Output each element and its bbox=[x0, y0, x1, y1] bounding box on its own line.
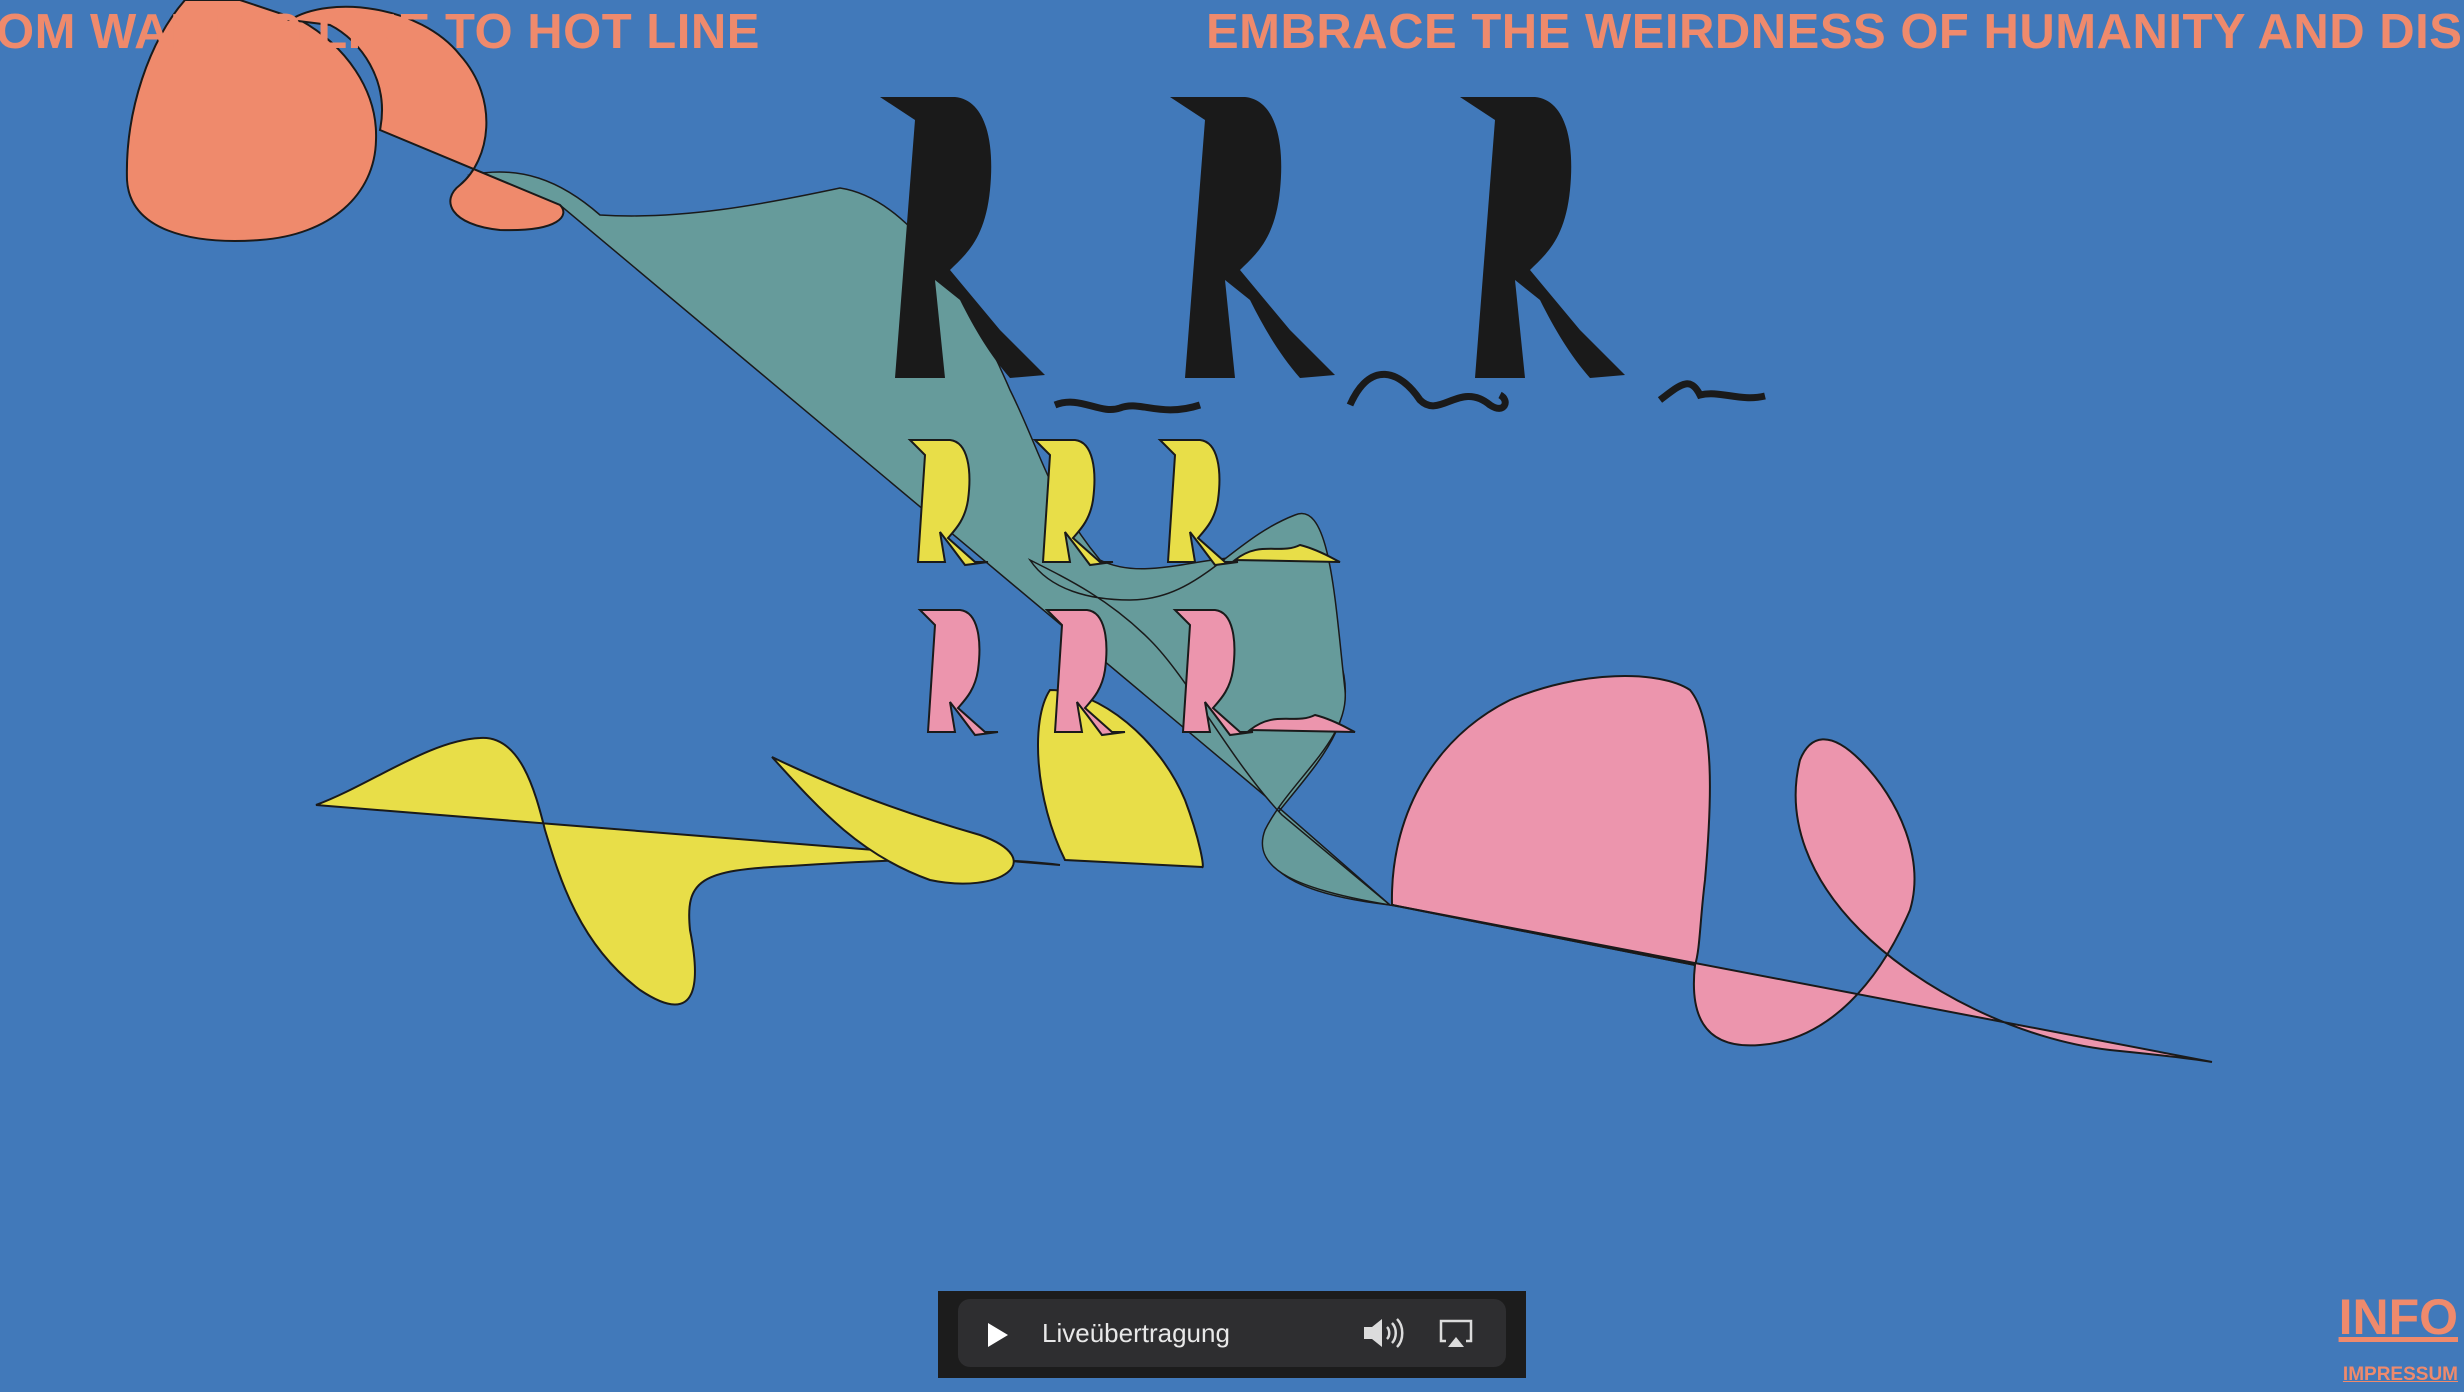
play-button[interactable] bbox=[976, 1315, 1016, 1355]
pink-circle-shape bbox=[1390, 675, 1711, 967]
play-icon bbox=[988, 1323, 1008, 1347]
audio-player: Liveübertragung bbox=[938, 1291, 1526, 1378]
audio-player-controls: Liveübertragung bbox=[958, 1299, 1506, 1367]
volume-icon bbox=[1364, 1318, 1404, 1348]
airplay-button[interactable] bbox=[1436, 1313, 1476, 1353]
ticker-text-left: OM WAITING LINE TO HOT LINE bbox=[0, 5, 760, 59]
live-stream-label: Liveübertragung bbox=[1042, 1318, 1230, 1348]
airplay-icon bbox=[1439, 1319, 1473, 1347]
info-link[interactable]: INFO bbox=[2339, 1288, 2458, 1346]
ticker-text-right: EMBRACE THE WEIRDNESS OF HUMANITY AND DI… bbox=[1206, 5, 2464, 59]
impressum-link[interactable]: IMPRESSUM bbox=[2343, 1364, 2458, 1386]
volume-button[interactable] bbox=[1360, 1313, 1406, 1353]
background-artwork bbox=[125, 0, 2213, 1063]
logo-rrr-black bbox=[880, 97, 1766, 414]
